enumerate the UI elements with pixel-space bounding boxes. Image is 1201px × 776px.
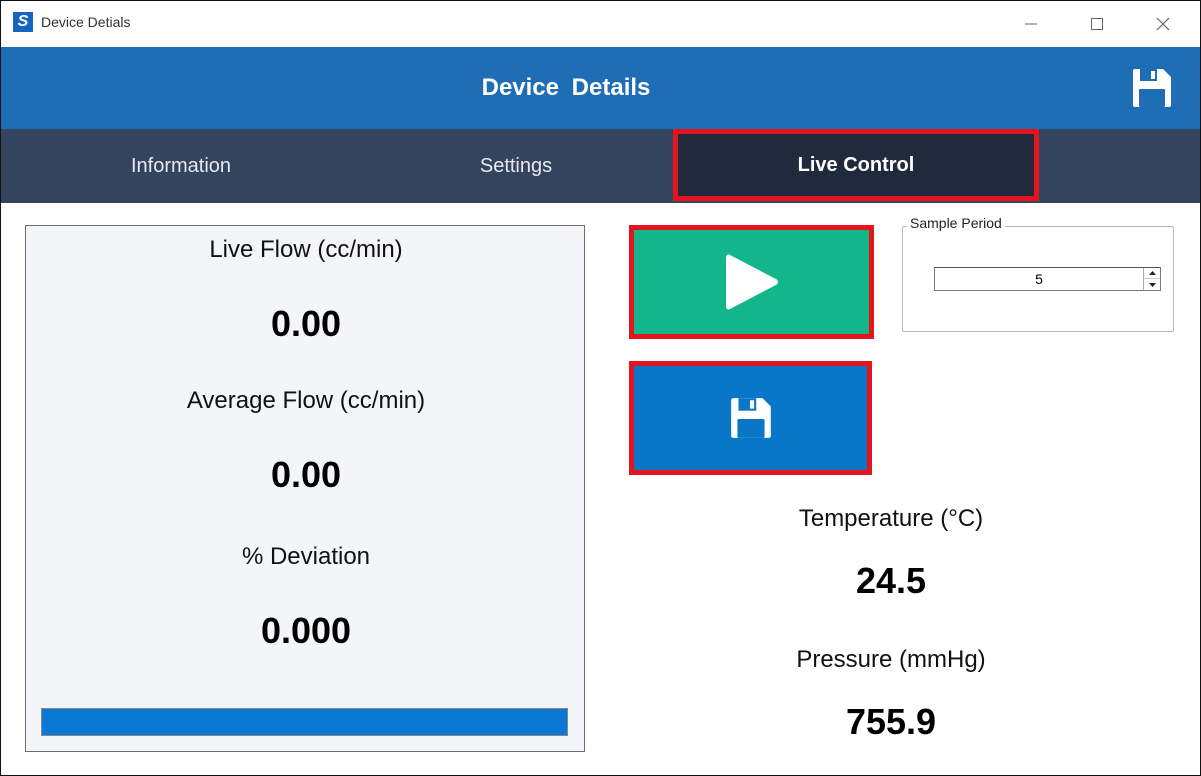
minimize-icon [1025, 23, 1037, 25]
temperature-value: 24.5 [855, 560, 927, 601]
close-icon [1156, 17, 1170, 31]
stepper-up-button[interactable] [1144, 268, 1160, 279]
deviation-value: 0.000 [260, 610, 352, 651]
temperature-label: Temperature (°C) [798, 505, 984, 532]
sample-period-value[interactable]: 5 [935, 271, 1143, 287]
app-logo-icon: S [13, 12, 33, 32]
play-icon [725, 254, 778, 310]
page-title: Device Details [481, 74, 651, 101]
window-title: Device Detials [41, 14, 131, 30]
average-flow-label: Average Flow (cc/min) [186, 387, 426, 414]
arrow-up-icon [1148, 271, 1156, 275]
app-header: Device Details [1, 47, 1200, 129]
tab-settings[interactable]: Settings [346, 129, 686, 203]
maximize-button[interactable] [1074, 1, 1120, 47]
tab-live-control[interactable]: Live Control [673, 129, 1039, 201]
floppy-disk-icon [1133, 69, 1171, 107]
arrow-down-icon [1148, 282, 1156, 287]
start-button[interactable] [629, 225, 874, 339]
tab-bar: Information Settings Live Control [1, 129, 1200, 203]
sample-period-stepper[interactable]: 5 [934, 267, 1161, 291]
live-flow-value: 0.00 [270, 303, 342, 344]
floppy-disk-icon [730, 398, 771, 438]
minimize-button[interactable] [1008, 1, 1054, 47]
progress-fill [42, 709, 567, 735]
device-details-window: S Device Detials Device Details Informat… [0, 0, 1201, 776]
stepper-down-button[interactable] [1144, 279, 1160, 290]
tab-information[interactable]: Information [11, 129, 351, 203]
flow-panel: Live Flow (cc/min) 0.00 Average Flow (cc… [25, 225, 585, 752]
maximize-icon [1091, 18, 1103, 30]
progress-bar [41, 708, 568, 736]
average-flow-value: 0.00 [270, 454, 342, 495]
live-flow-label: Live Flow (cc/min) [209, 236, 403, 263]
pressure-value: 755.9 [845, 701, 937, 742]
deviation-label: % Deviation [241, 543, 371, 570]
close-button[interactable] [1140, 1, 1186, 47]
pressure-label: Pressure (mmHg) [796, 646, 986, 673]
sample-period-label: Sample Period [907, 215, 1005, 231]
header-save-button[interactable] [1129, 65, 1175, 111]
save-data-button[interactable] [629, 361, 872, 475]
title-bar[interactable]: S Device Detials [1, 1, 1200, 47]
stepper-arrows [1143, 268, 1160, 290]
